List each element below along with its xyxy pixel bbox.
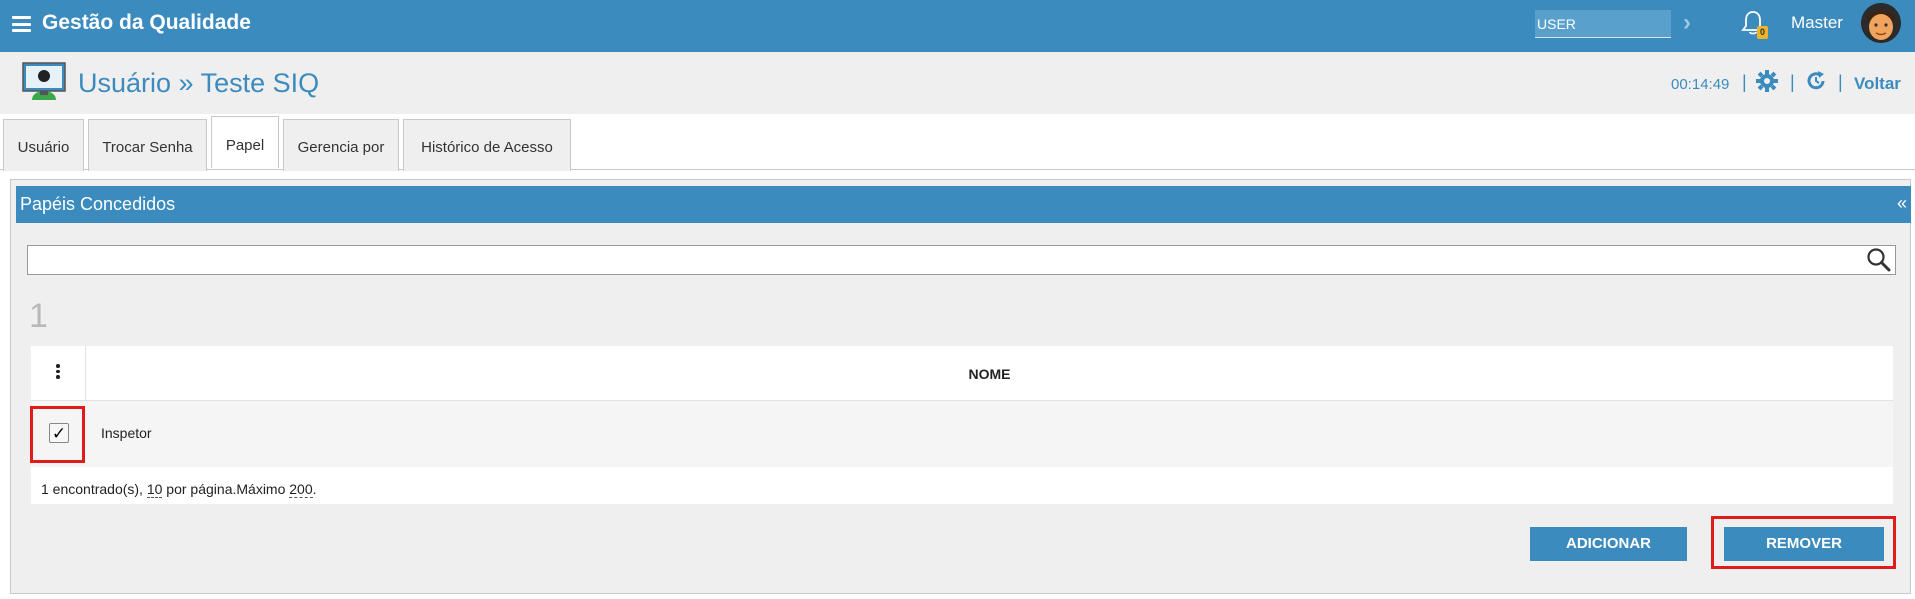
history-icon[interactable] [1805,70,1827,92]
tab-gerencia-por[interactable]: Gerencia por [283,119,399,171]
highlight-outline [30,406,85,463]
panel-title: Papéis Concedidos [20,194,175,214]
avatar[interactable] [1861,3,1901,43]
hamburger-menu-icon[interactable] [12,16,31,32]
divider: | [1742,72,1747,93]
app-title: Gestão da Qualidade [42,11,251,35]
per-page-selector[interactable]: 10 [147,481,163,498]
max-selector[interactable]: 200 [289,481,312,498]
page-title: Usuário » Teste SIQ [78,68,319,99]
gear-icon[interactable] [1756,70,1778,92]
column-header-nome[interactable]: NOME [86,366,1893,382]
table-row[interactable]: ✓ Inspetor [31,401,1893,467]
username-label[interactable]: Master [1791,13,1843,33]
tab-historico-acesso[interactable]: Histórico de Acesso [403,119,571,171]
result-count: 1 [29,297,48,336]
tab-papel[interactable]: Papel [211,116,279,168]
page-header: Usuário » Teste SIQ 00:14:49 | | | Vo [0,52,1915,114]
back-link[interactable]: Voltar [1854,74,1901,94]
kebab-menu-icon[interactable] [56,364,61,382]
panel-header: Papéis Concedidos « [16,186,1911,223]
search-input[interactable] [27,245,1896,275]
tab-usuario[interactable]: Usuário [3,119,84,171]
bell-icon[interactable]: 0 [1741,10,1765,40]
search-icon[interactable] [1866,247,1892,273]
per-page-text: por página.Máximo [162,481,289,497]
user-monitor-icon [22,62,66,100]
top-bar: Gestão da Qualidade › 0 Master [0,0,1915,52]
divider: | [1838,72,1843,93]
actions-column-header [31,346,86,401]
add-button[interactable]: ADICIONAR [1530,527,1687,561]
row-name-cell: Inspetor [101,425,152,441]
table-footer: 1 encontrado(s), 10 por página.Máximo 20… [31,467,1893,504]
session-clock: 00:14:49 [1671,76,1729,93]
tab-trocar-senha[interactable]: Trocar Senha [88,119,207,171]
divider: | [1790,72,1795,93]
chevron-right-icon[interactable]: › [1683,9,1691,37]
footer-end: . [313,481,317,497]
table-header: NOME [31,346,1893,401]
found-text: 1 encontrado(s), [41,481,147,497]
tab-bar: Usuário Trocar Senha Papel Gerencia por … [0,114,1915,170]
user-search-field[interactable] [1535,10,1671,38]
roles-table: NOME ✓ Inspetor 1 encontrado(s), 10 por … [31,346,1893,504]
content-panel: Papéis Concedidos « 1 NOME ✓ Inspetor 1 … [10,179,1911,594]
notification-badge: 0 [1757,26,1768,39]
highlight-outline [1711,516,1896,569]
collapse-icon[interactable]: « [1897,193,1907,214]
